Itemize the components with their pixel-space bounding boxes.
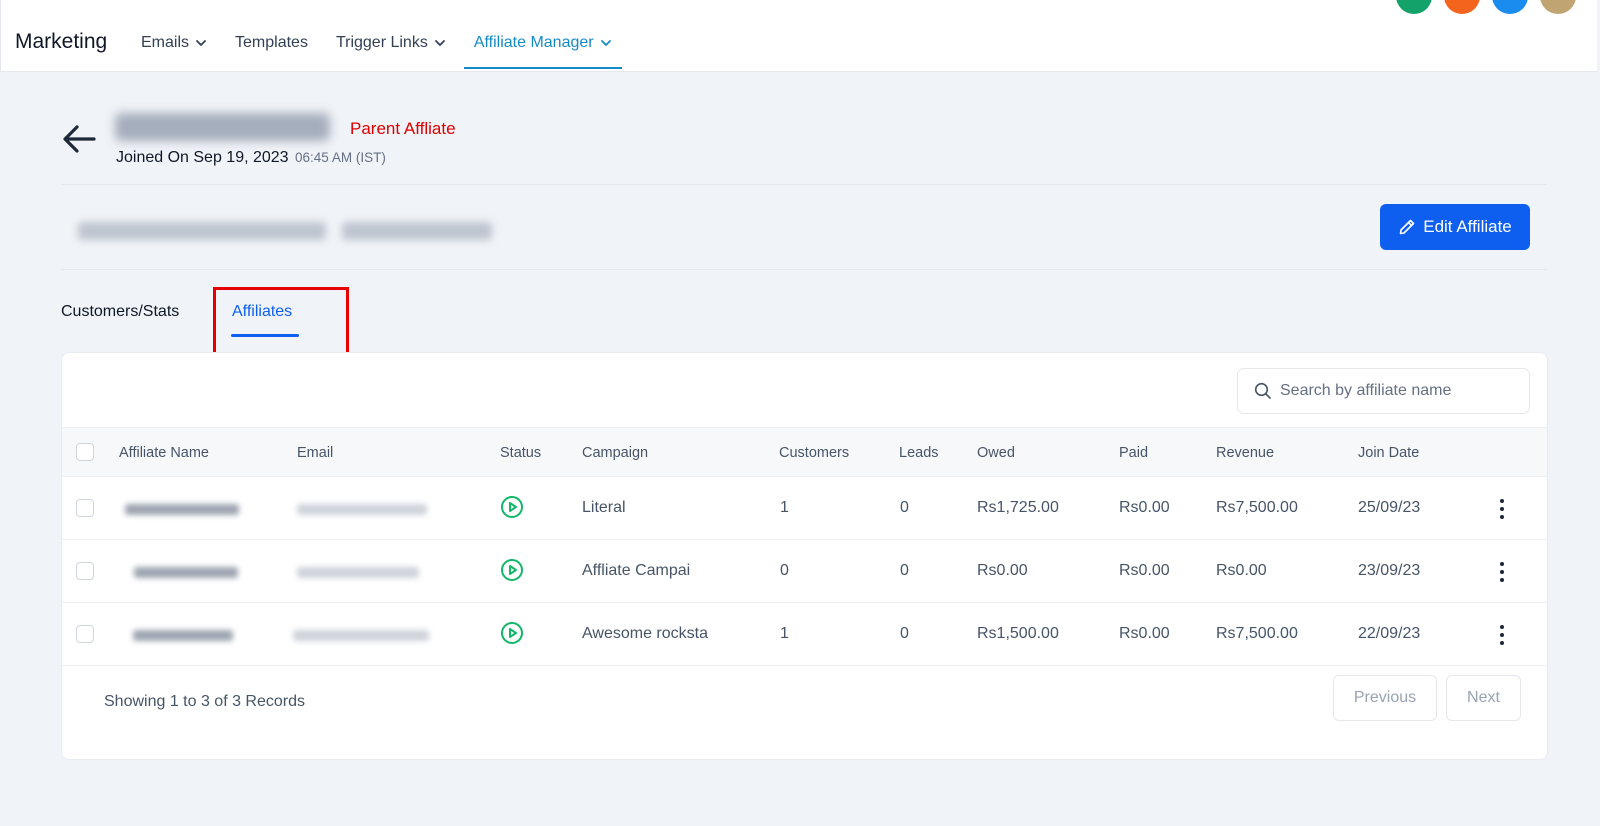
leads-cell: 0 <box>900 625 909 642</box>
joined-date: Joined On Sep 19, 2023 06:45 AM (IST) <box>116 149 386 167</box>
search-box[interactable] <box>1237 368 1530 414</box>
edit-affiliate-label: Edit Affiliate <box>1423 217 1512 236</box>
column-header[interactable]: Paid <box>1119 445 1148 461</box>
column-header[interactable]: Campaign <box>582 445 648 461</box>
notification-icon[interactable] <box>1444 0 1480 14</box>
search-input[interactable] <box>1280 382 1510 400</box>
leads-cell: 0 <box>900 499 909 516</box>
more-vertical-icon[interactable] <box>1492 560 1512 584</box>
table-row[interactable]: Awesome rocksta 1 0 Rs1,500.00 Rs0.00 Rs… <box>62 603 1547 666</box>
chevron-down-icon <box>196 39 206 46</box>
table-header: Affiliate Name Email Status Campaign Cus… <box>62 427 1547 477</box>
column-header[interactable]: Status <box>500 445 541 461</box>
top-navbar: Marketing Emails Templates Trigger Links… <box>0 0 1597 72</box>
app-icon-green[interactable] <box>1396 0 1432 14</box>
back-arrow-icon[interactable] <box>62 124 96 154</box>
customers-cell: 1 <box>780 625 789 642</box>
nav-trigger-links-label: Trigger Links <box>335 33 428 51</box>
affiliates-table-card: Affiliate Name Email Status Campaign Cus… <box>61 352 1548 760</box>
column-header[interactable]: Email <box>297 445 333 461</box>
owed-cell: Rs1,500.00 <box>977 625 1059 642</box>
nav-trigger-links[interactable]: Trigger Links <box>326 0 456 69</box>
more-vertical-icon[interactable] <box>1492 497 1512 521</box>
contact-email-redacted <box>78 222 326 240</box>
nav-emails[interactable]: Emails <box>131 0 217 69</box>
joined-time: 06:45 AM (IST) <box>295 150 386 165</box>
more-vertical-icon[interactable] <box>1492 623 1512 647</box>
table-row[interactable]: Affliate Campai 0 0 Rs0.00 Rs0.00 Rs0.00… <box>62 540 1547 603</box>
header-avatars <box>1396 0 1576 14</box>
previous-page-button[interactable]: Previous <box>1333 675 1437 721</box>
tab-customers-stats[interactable]: Customers/Stats <box>61 303 179 321</box>
row-checkbox[interactable] <box>76 625 94 643</box>
email-redacted <box>293 630 429 641</box>
search-icon <box>1254 382 1271 399</box>
column-header[interactable]: Revenue <box>1216 445 1274 461</box>
column-header[interactable]: Customers <box>779 445 849 461</box>
paid-cell: Rs0.00 <box>1119 625 1170 642</box>
revenue-cell: Rs7,500.00 <box>1216 499 1298 516</box>
parent-affiliate-badge: Parent Affliate <box>350 119 456 138</box>
row-checkbox[interactable] <box>76 562 94 580</box>
next-page-button[interactable]: Next <box>1446 675 1521 721</box>
help-icon[interactable] <box>1492 0 1528 14</box>
app-title: Marketing <box>15 30 108 53</box>
divider <box>61 269 1547 270</box>
nav-emails-label: Emails <box>141 33 190 51</box>
campaign-cell: Awesome rocksta <box>582 625 708 642</box>
column-header[interactable]: Join Date <box>1358 445 1419 461</box>
affiliate-name-redacted <box>133 630 233 641</box>
owed-cell: Rs0.00 <box>977 562 1028 579</box>
column-header[interactable]: Leads <box>899 445 939 461</box>
revenue-cell: Rs7,500.00 <box>1216 625 1298 642</box>
divider <box>61 184 1547 185</box>
highlight-box <box>213 287 349 355</box>
campaign-cell: Affliate Campai <box>582 562 691 579</box>
chevron-down-icon <box>600 39 611 46</box>
affiliate-name-redacted <box>134 567 238 578</box>
nav-templates[interactable]: Templates <box>225 0 318 69</box>
play-circle-icon <box>501 496 523 518</box>
email-redacted <box>297 567 419 578</box>
revenue-cell: Rs0.00 <box>1216 562 1267 579</box>
contact-phone-redacted <box>342 222 492 240</box>
row-checkbox[interactable] <box>76 499 94 517</box>
column-header[interactable]: Affiliate Name <box>119 445 209 461</box>
paid-cell: Rs0.00 <box>1119 562 1170 579</box>
customers-cell: 1 <box>780 499 789 516</box>
paid-cell: Rs0.00 <box>1119 499 1170 516</box>
chevron-down-icon <box>434 39 445 46</box>
owed-cell: Rs1,725.00 <box>977 499 1059 516</box>
email-redacted <box>297 504 427 515</box>
records-summary: Showing 1 to 3 of 3 Records <box>104 693 306 710</box>
avatar[interactable] <box>1540 0 1576 14</box>
join-date-cell: 23/09/23 <box>1358 562 1421 579</box>
joined-date-label: Joined On Sep 19, 2023 <box>116 149 289 166</box>
play-circle-icon <box>501 622 523 644</box>
column-header[interactable]: Owed <box>977 445 1015 461</box>
customers-cell: 0 <box>780 562 789 579</box>
play-circle-icon <box>501 559 523 581</box>
join-date-cell: 25/09/23 <box>1358 499 1421 516</box>
campaign-cell: Literal <box>582 499 626 516</box>
main-nav: Emails Templates Trigger Links Affiliate… <box>131 0 630 72</box>
nav-templates-label: Templates <box>235 33 308 51</box>
nav-affiliate-manager[interactable]: Affiliate Manager <box>463 0 622 69</box>
join-date-cell: 22/09/23 <box>1358 625 1421 642</box>
pencil-icon <box>1399 219 1415 235</box>
nav-affiliate-manager-label: Affiliate Manager <box>473 33 594 51</box>
affiliate-name-redacted <box>125 504 239 515</box>
select-all-checkbox[interactable] <box>76 443 94 461</box>
edit-affiliate-button[interactable]: Edit Affiliate <box>1380 204 1530 250</box>
leads-cell: 0 <box>900 562 909 579</box>
table-row[interactable]: Literal 1 0 Rs1,725.00 Rs0.00 Rs7,500.00… <box>62 477 1547 540</box>
affiliate-name-redacted <box>115 113 330 141</box>
